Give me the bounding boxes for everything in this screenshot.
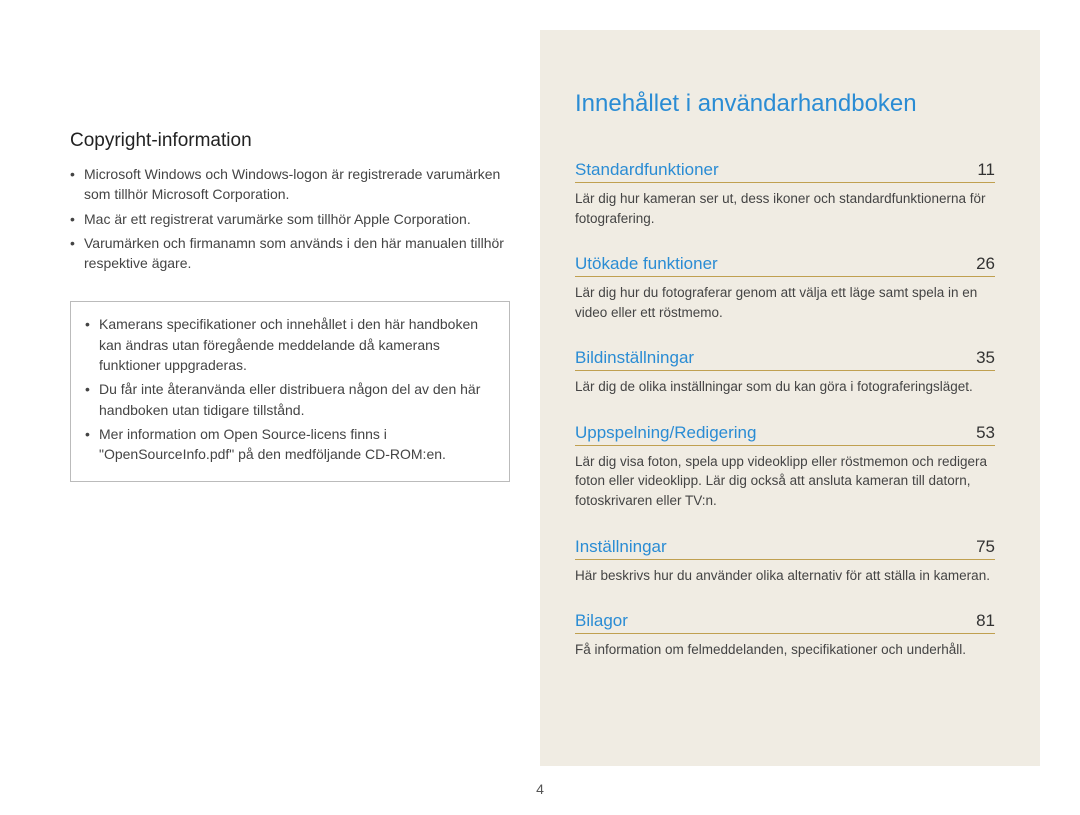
toc-title: Innehållet i användarhandboken xyxy=(575,90,995,118)
document-page: Copyright-information Microsoft Windows … xyxy=(0,0,1080,815)
toc-link-label: Standardfunktioner xyxy=(575,160,719,180)
toc-row[interactable]: Bilagor 81 xyxy=(575,611,995,634)
toc-entry-bildinstallningar: Bildinställningar 35 Lär dig de olika in… xyxy=(575,348,995,397)
toc-page-number: 35 xyxy=(976,348,995,368)
toc-description: Lär dig hur du fotograferar genom att vä… xyxy=(575,283,995,322)
toc-row[interactable]: Inställningar 75 xyxy=(575,537,995,560)
toc-page-number: 26 xyxy=(976,254,995,274)
list-item: Varumärken och firmanamn som används i d… xyxy=(70,233,510,274)
toc-row[interactable]: Bildinställningar 35 xyxy=(575,348,995,371)
toc-link-label: Utökade funktioner xyxy=(575,254,718,274)
copyright-heading: Copyright-information xyxy=(70,130,510,152)
toc-row[interactable]: Standardfunktioner 11 xyxy=(575,160,995,183)
toc-link-label: Bildinställningar xyxy=(575,348,694,368)
left-column: Copyright-information Microsoft Windows … xyxy=(0,0,540,815)
toc-link-label: Inställningar xyxy=(575,537,667,557)
toc-link-label: Uppspelning/Redigering xyxy=(575,423,756,443)
toc-description: Här beskrivs hur du använder olika alter… xyxy=(575,566,995,586)
notice-box: Kamerans specifikationer och innehållet … xyxy=(70,301,510,481)
right-column: Innehållet i användarhandboken Standardf… xyxy=(540,30,1040,766)
toc-entry-bilagor: Bilagor 81 Få information om felmeddelan… xyxy=(575,611,995,660)
list-item: Mer information om Open Source-licens fi… xyxy=(85,424,495,465)
list-item: Microsoft Windows och Windows-logon är r… xyxy=(70,164,510,205)
toc-entry-installningar: Inställningar 75 Här beskrivs hur du anv… xyxy=(575,537,995,586)
list-item: Du får inte återanvända eller distribuer… xyxy=(85,379,495,420)
toc-page-number: 11 xyxy=(977,160,995,180)
page-number: 4 xyxy=(536,781,544,797)
notice-bullets: Kamerans specifikationer och innehållet … xyxy=(85,314,495,464)
toc-page-number: 53 xyxy=(976,423,995,443)
toc-entry-uppspelning: Uppspelning/Redigering 53 Lär dig visa f… xyxy=(575,423,995,511)
toc-entry-utokade: Utökade funktioner 26 Lär dig hur du fot… xyxy=(575,254,995,322)
toc-description: Lär dig de olika inställningar som du ka… xyxy=(575,377,995,397)
toc-row[interactable]: Uppspelning/Redigering 53 xyxy=(575,423,995,446)
toc-description: Lär dig visa foton, spela upp videoklipp… xyxy=(575,452,995,511)
copyright-bullets: Microsoft Windows och Windows-logon är r… xyxy=(70,164,510,273)
toc-link-label: Bilagor xyxy=(575,611,628,631)
toc-description: Få information om felmeddelanden, specif… xyxy=(575,640,995,660)
toc-page-number: 81 xyxy=(976,611,995,631)
toc-page-number: 75 xyxy=(976,537,995,557)
toc-description: Lär dig hur kameran ser ut, dess ikoner … xyxy=(575,189,995,228)
toc-entry-standardfunktioner: Standardfunktioner 11 Lär dig hur kamera… xyxy=(575,160,995,228)
list-item: Mac är ett registrerat varumärke som til… xyxy=(70,209,510,229)
list-item: Kamerans specifikationer och innehållet … xyxy=(85,314,495,375)
toc-row[interactable]: Utökade funktioner 26 xyxy=(575,254,995,277)
